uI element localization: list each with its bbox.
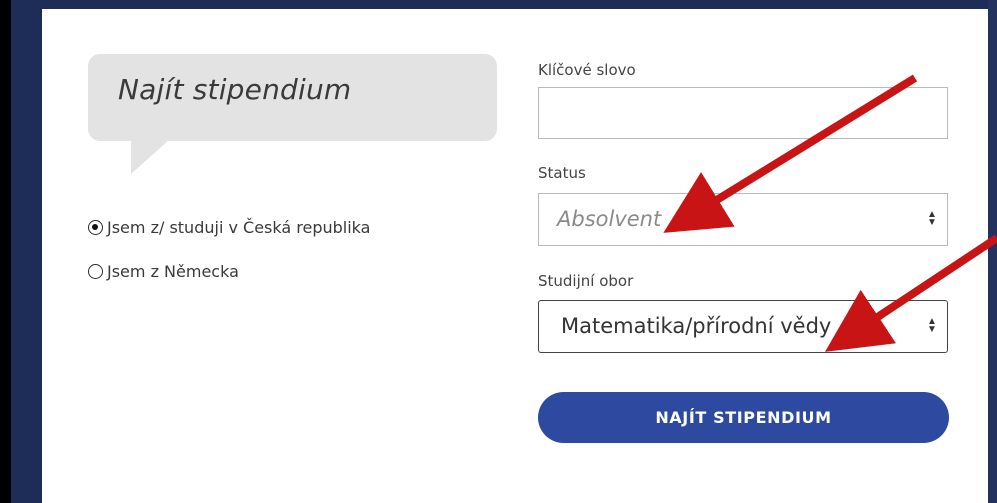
status-selected-value: Absolvent [557, 207, 662, 231]
radio-option-czech[interactable]: Jsem z/ studuji v Česká republika [88, 218, 370, 237]
speech-bubble-tail [131, 140, 169, 174]
study-field-label: Studijní obor [538, 272, 634, 290]
bubble-title: Najít stipendium [118, 73, 352, 106]
radio-unchecked-icon[interactable] [88, 264, 103, 279]
radio-option-germany[interactable]: Jsem z Německa [88, 262, 239, 281]
keyword-label: Klíčové slovo [538, 61, 636, 79]
keyword-input[interactable] [539, 88, 947, 138]
right-edge [988, 0, 997, 503]
radio-checked-icon[interactable] [88, 220, 103, 235]
status-select[interactable]: Absolvent ▲ ▼ [538, 193, 948, 246]
radio-label-czech: Jsem z/ studuji v Česká republika [107, 218, 371, 237]
keyword-field[interactable] [538, 87, 948, 139]
status-label: Status [538, 164, 586, 182]
sort-icon: ▲ ▼ [927, 209, 937, 228]
sort-icon: ▲ ▼ [927, 316, 937, 335]
find-scholarship-button[interactable]: NAJÍT STIPENDIUM [538, 392, 949, 443]
study-field-selected-value: Matematika/přírodní vědy [561, 314, 832, 338]
radio-label-germany: Jsem z Německa [107, 262, 239, 281]
left-edge [0, 0, 11, 503]
study-field-select[interactable]: Matematika/přírodní vědy ▲ ▼ [538, 300, 948, 353]
